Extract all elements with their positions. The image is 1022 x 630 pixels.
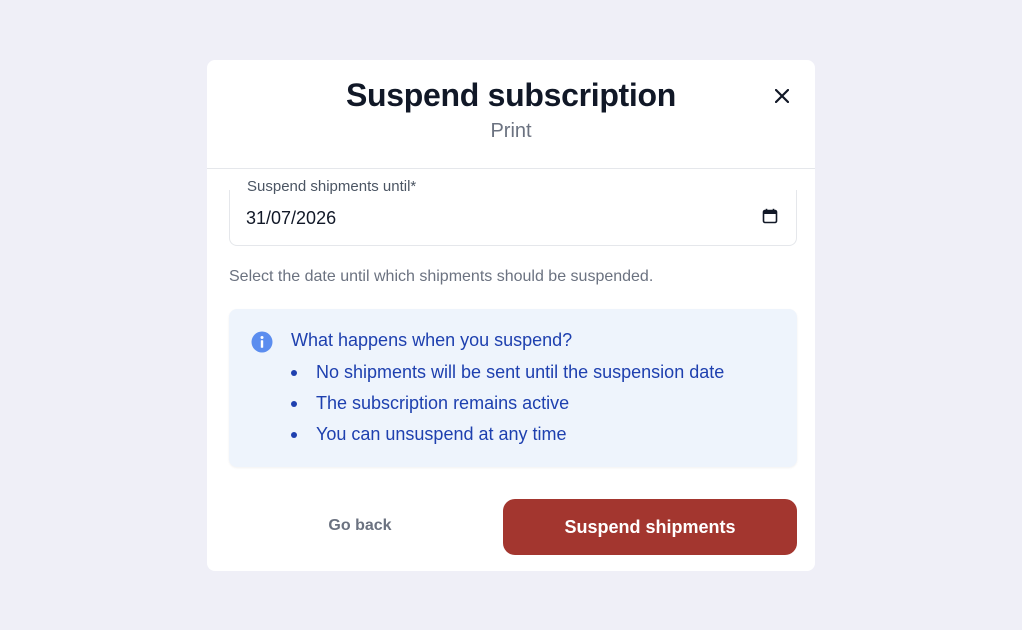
- go-back-button[interactable]: Go back: [229, 498, 491, 554]
- info-list: No shipments will be sent until the susp…: [291, 361, 724, 454]
- date-value: 31/07/2026: [246, 208, 337, 228]
- list-item: The subscription remains active: [291, 392, 724, 423]
- info-icon: [251, 331, 273, 353]
- dialog-header: Suspend subscription Print: [207, 60, 815, 169]
- list-item: No shipments will be sent until the susp…: [291, 361, 724, 392]
- close-icon: [775, 89, 789, 103]
- suspend-until-date-input[interactable]: 31/07/2026: [229, 190, 797, 246]
- info-callout: What happens when you suspend? No shipme…: [229, 309, 797, 467]
- info-title: What happens when you suspend?: [291, 330, 573, 350]
- suspend-shipments-button[interactable]: Suspend shipments: [503, 499, 797, 555]
- suspend-subscription-dialog: Suspend subscription Print 31/07/2026 Su…: [207, 60, 815, 571]
- dialog-title: Suspend subscription: [345, 77, 677, 113]
- dialog-subtitle: Print: [490, 120, 532, 142]
- date-field-label: Suspend shipments until*: [247, 178, 417, 195]
- list-item: You can unsuspend at any time: [291, 423, 724, 454]
- date-helper-text: Select the date until which shipments sh…: [229, 268, 654, 285]
- calendar-icon[interactable]: [762, 208, 778, 224]
- close-button[interactable]: [771, 85, 793, 107]
